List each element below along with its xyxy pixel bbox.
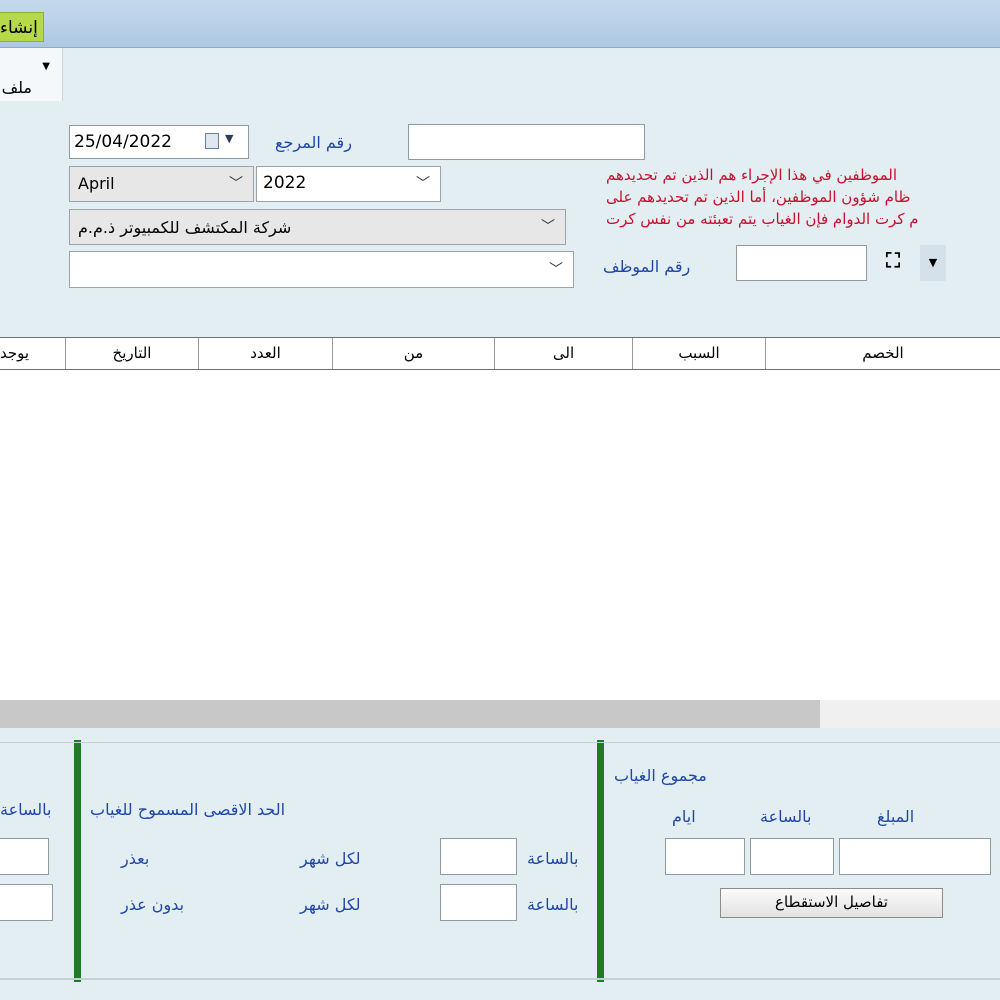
left-hourly-label: بالساعة	[0, 800, 52, 819]
employee-select[interactable]: ﹀	[69, 251, 574, 288]
top-toolbar	[0, 0, 1000, 48]
column-header-date[interactable]: التاريخ	[65, 338, 198, 369]
column-header-exists[interactable]: يوجد	[0, 338, 65, 369]
days-label: ايام	[672, 807, 696, 826]
max-allowed-title: الحد الاقصى المسموح للغياب	[90, 800, 286, 819]
hours-input[interactable]	[750, 838, 834, 875]
reference-label: رقم المرجع	[275, 133, 352, 152]
grid-body[interactable]	[0, 370, 1000, 700]
amount-label: المبلغ	[877, 807, 915, 826]
chevron-down-icon[interactable]: ▼	[225, 132, 233, 145]
info-note: الموظفين في هذا الإجراء هم الذين تم تحدي…	[606, 164, 1000, 230]
column-header-reason[interactable]: السبب	[632, 338, 765, 369]
left-input-1[interactable]	[0, 838, 49, 875]
days-input[interactable]	[665, 838, 745, 875]
binoculars-icon: ⛶	[886, 248, 900, 272]
column-header-deduction[interactable]: الخصم	[765, 338, 1000, 369]
create-button[interactable]: إنشاء	[0, 12, 44, 42]
note-line: الموظفين في هذا الإجراء هم الذين تم تحدي…	[606, 166, 898, 184]
month-select[interactable]: April ﹀	[69, 166, 254, 202]
year-select[interactable]: 2022 ﹀	[256, 166, 441, 202]
panel-divider	[74, 740, 81, 982]
company-value: شركة المكتشف للكمبيوتر ذ.م.م	[78, 218, 292, 237]
scrollbar-thumb[interactable]	[0, 700, 820, 728]
bottom-divider	[0, 978, 1000, 980]
with-excuse-label: بعذر	[121, 849, 150, 868]
dropdown-arrow-icon: ▼	[920, 245, 946, 281]
hourly-label: بالساعة	[760, 807, 812, 826]
grid-header: الخصم السبب الى من العدد التاريخ يوجد	[0, 337, 1000, 370]
left-input-2[interactable]	[0, 884, 53, 921]
panel-border-top	[0, 742, 1000, 743]
without-excuse-label: بدون عذر	[121, 895, 185, 914]
absence-total-title: مجموع الغياب	[614, 766, 707, 785]
chevron-down-icon: ﹀	[229, 176, 243, 192]
column-header-count[interactable]: العدد	[198, 338, 332, 369]
calendar-icon[interactable]	[205, 133, 219, 149]
employee-number-input[interactable]	[736, 245, 867, 281]
dropdown-arrow-icon: ▼	[42, 61, 50, 72]
employee-number-label: رقم الموظف	[603, 257, 691, 276]
deduction-details-button[interactable]: تفاصيل الاستقطاع	[720, 888, 943, 918]
file-menu-label: ملف	[1, 78, 32, 97]
hourly-label: بالساعة	[527, 895, 579, 914]
hourly-label: بالساعة	[527, 849, 579, 868]
note-line: م كرت الدوام فإن الغياب يتم تعبئته من نف…	[606, 210, 919, 228]
chevron-down-icon: ﹀	[416, 176, 430, 192]
horizontal-scrollbar[interactable]	[0, 700, 1000, 728]
panel-divider	[597, 740, 604, 982]
column-header-from[interactable]: من	[332, 338, 494, 369]
search-button[interactable]: ⛶ ▼	[880, 245, 946, 281]
file-menu-button[interactable]: ▼ ملف	[0, 48, 63, 101]
column-header-to[interactable]: الى	[494, 338, 632, 369]
month-value: April	[78, 174, 115, 193]
chevron-down-icon: ﹀	[549, 262, 563, 278]
with-excuse-hours-input[interactable]	[440, 838, 517, 875]
date-picker[interactable]: 25/04/2022 ▼	[69, 125, 249, 159]
per-month-label: لكل شهر	[300, 895, 361, 914]
without-excuse-hours-input[interactable]	[440, 884, 517, 921]
year-value: 2022	[263, 173, 307, 193]
chevron-down-icon: ﹀	[541, 219, 555, 235]
reference-input[interactable]	[408, 124, 645, 160]
note-line: ظام شؤون الموظفين، أما الذين تم تحديدهم …	[606, 188, 911, 206]
date-value: 25/04/2022	[74, 132, 172, 152]
per-month-label: لكل شهر	[300, 849, 361, 868]
amount-input[interactable]	[839, 838, 991, 875]
company-select[interactable]: شركة المكتشف للكمبيوتر ذ.م.م ﹀	[69, 209, 566, 245]
